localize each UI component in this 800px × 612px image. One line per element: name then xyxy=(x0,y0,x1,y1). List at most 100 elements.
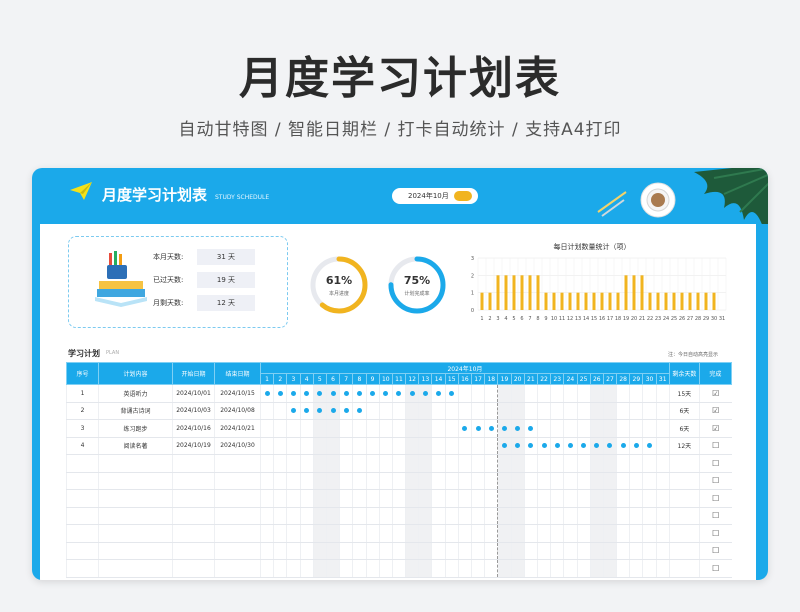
day-cell xyxy=(299,384,314,403)
done-checkbox[interactable]: ☐ xyxy=(712,511,719,520)
day-cell xyxy=(484,472,498,490)
day-cell xyxy=(616,507,630,525)
done-checkbox-cell[interactable]: ☑ xyxy=(698,402,732,420)
done-checkbox-cell[interactable]: ☐ xyxy=(698,524,732,543)
day-cell xyxy=(444,489,459,508)
day-cell xyxy=(484,454,498,473)
gantt-dot xyxy=(317,390,323,396)
plan-section-subtitle: PLAN xyxy=(106,350,120,356)
day-cell xyxy=(259,437,274,455)
cell-no: 1 xyxy=(66,384,99,403)
done-checkbox[interactable]: ☐ xyxy=(712,546,719,555)
table-row: 1 英语听力 2024/10/01 2024/10/15 15天 ☑ xyxy=(66,384,732,403)
day-cell xyxy=(470,507,485,525)
day-cell xyxy=(339,437,353,455)
day-cell xyxy=(457,542,472,560)
day-cell xyxy=(602,437,617,455)
day-cell xyxy=(259,402,274,420)
done-checkbox-cell[interactable]: ☐ xyxy=(698,437,732,455)
done-checkbox[interactable]: ☐ xyxy=(712,494,719,503)
day-cell xyxy=(589,437,604,455)
gantt-dot xyxy=(343,390,349,396)
x-tick-label: 10 xyxy=(551,316,557,322)
summary-row-month-days: 本月天数: 31 天 xyxy=(153,249,273,265)
toggle-icon[interactable] xyxy=(454,191,472,201)
day-cell xyxy=(286,507,301,525)
day-cell xyxy=(312,454,327,473)
cell-remain: 15天 xyxy=(668,384,700,403)
x-tick-label: 14 xyxy=(583,316,589,322)
frame-right-border xyxy=(756,224,768,580)
day-cell xyxy=(576,524,591,543)
done-checkbox[interactable]: ☐ xyxy=(712,459,719,468)
gantt-dot xyxy=(449,390,455,396)
day-cell xyxy=(523,542,538,560)
day-cell xyxy=(352,559,366,578)
done-checkbox[interactable]: ☐ xyxy=(712,441,719,450)
day-cell xyxy=(273,524,287,543)
day-cell xyxy=(576,419,591,438)
gantt-dot xyxy=(620,443,626,449)
cell-content xyxy=(98,524,173,543)
done-checkbox[interactable]: ☑ xyxy=(712,424,719,433)
x-tick-label: 24 xyxy=(663,316,669,322)
done-checkbox-cell[interactable]: ☐ xyxy=(698,472,732,490)
day-cell xyxy=(444,454,459,473)
cell-start xyxy=(172,507,215,525)
day-cell xyxy=(642,384,657,403)
day-cell xyxy=(259,489,274,508)
hero-subtitle: 自动甘特图 / 智能日期栏 / 打卡自动统计 / 支持A4打印 xyxy=(178,120,622,140)
day-header: 1 xyxy=(259,373,275,385)
done-checkbox[interactable]: ☐ xyxy=(712,476,719,485)
table-row: 4 阅读名著 2024/10/19 2024/10/30 12天 ☐ xyxy=(66,437,732,455)
day-cell xyxy=(497,524,512,543)
table-row: ☐ xyxy=(66,507,732,525)
day-cell xyxy=(365,402,380,420)
cell-end xyxy=(214,559,261,578)
day-header: 27 xyxy=(602,373,618,385)
day-cell xyxy=(378,559,393,578)
day-cell xyxy=(259,384,274,403)
done-checkbox[interactable]: ☑ xyxy=(712,389,719,398)
day-header: 14 xyxy=(431,373,446,385)
day-cell xyxy=(444,437,459,455)
bar-day-25 xyxy=(672,292,676,310)
table-row: ☐ xyxy=(66,454,732,473)
month-selector[interactable]: 2024年10月 xyxy=(392,188,478,204)
cell-start xyxy=(172,524,215,543)
done-checkbox-cell[interactable]: ☐ xyxy=(698,559,732,578)
done-checkbox-cell[interactable]: ☐ xyxy=(698,454,732,473)
bar-day-3 xyxy=(496,275,500,310)
cell-no xyxy=(66,472,99,490)
done-checkbox-cell[interactable]: ☐ xyxy=(698,542,732,560)
done-checkbox-cell[interactable]: ☑ xyxy=(698,419,732,438)
day-cell xyxy=(550,384,564,403)
day-cell xyxy=(391,384,406,403)
cell-remain: 6天 xyxy=(668,419,700,438)
day-cell xyxy=(299,559,314,578)
done-checkbox-cell[interactable]: ☑ xyxy=(698,384,732,403)
day-cell xyxy=(286,454,301,473)
day-cell xyxy=(378,524,393,543)
gantt-dot xyxy=(383,390,389,396)
day-cell xyxy=(457,384,472,403)
day-cell xyxy=(405,402,419,420)
done-checkbox[interactable]: ☐ xyxy=(712,564,719,573)
gantt-dot xyxy=(356,408,362,414)
done-checkbox[interactable]: ☑ xyxy=(712,406,719,415)
day-cell xyxy=(497,454,512,473)
gantt-dot xyxy=(528,443,534,449)
done-checkbox-cell[interactable]: ☐ xyxy=(698,489,732,508)
day-cell xyxy=(431,472,446,490)
day-cell xyxy=(602,489,617,508)
cell-start xyxy=(172,559,215,578)
x-tick-label: 16 xyxy=(599,316,605,322)
table-row: ☐ xyxy=(66,524,732,543)
done-checkbox-cell[interactable]: ☐ xyxy=(698,507,732,525)
cell-content: 练习跑步 xyxy=(98,419,173,438)
day-cell xyxy=(444,507,459,525)
day-cell xyxy=(616,454,630,473)
day-header: 6 xyxy=(325,373,341,385)
done-checkbox[interactable]: ☐ xyxy=(712,529,719,538)
day-cell xyxy=(510,559,525,578)
